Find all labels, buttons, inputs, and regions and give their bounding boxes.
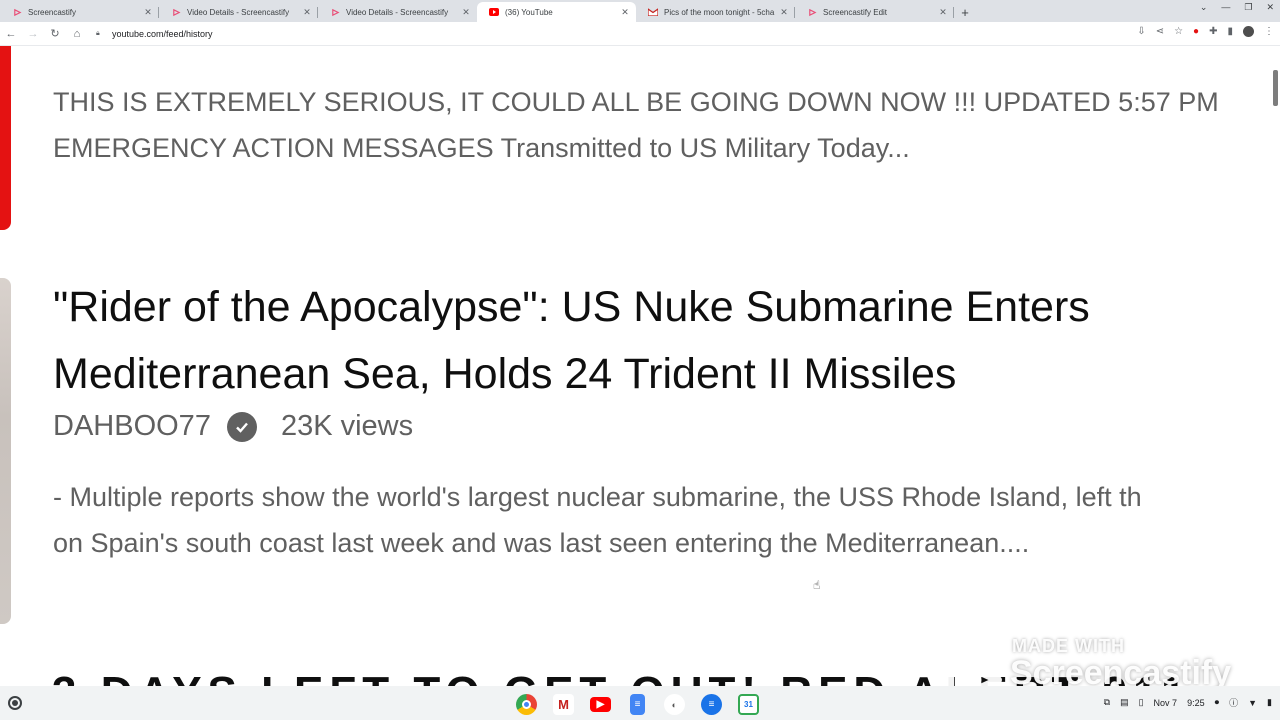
title-line: Mediterranean Sea, Holds 24 Trident II M… (53, 350, 957, 398)
home-icon[interactable]: ⌂ (66, 23, 88, 45)
tab-youtube[interactable]: (36) YouTube ✕ (477, 2, 636, 22)
tab-label: Screencastify (28, 7, 77, 17)
phone-hub-icon[interactable]: ▯ (1139, 697, 1144, 708)
tab-label: Video Details - Screencastify (187, 7, 290, 17)
tab-strip: Screencastify ✕ Video Details - Screenca… (0, 0, 1280, 22)
video-meta: DAHBOO77 23K views (53, 410, 413, 443)
close-icon[interactable]: ✕ (143, 7, 153, 18)
description-line: EMERGENCY ACTION MESSAGES Transmitted to… (53, 133, 910, 163)
date-text[interactable]: Nov 7 (1154, 698, 1178, 708)
channel-name[interactable]: DAHBOO77 (53, 410, 211, 443)
star-icon[interactable]: ☆ (1174, 26, 1183, 37)
clipboard-icon[interactable]: ▤ (1120, 697, 1129, 708)
verified-check-icon (226, 411, 257, 442)
tab-screencastify[interactable]: Screencastify ✕ (0, 2, 159, 22)
video-thumbnail-edge[interactable] (0, 46, 11, 230)
chrome-icon[interactable] (516, 694, 537, 715)
time-text[interactable]: 9:25 (1187, 698, 1205, 708)
scrollbar[interactable] (1273, 70, 1278, 106)
browser-toolbar: ← → ↻ ⌂ 🔒︎ youtube.com/feed/history ⇩ ⋖ … (0, 22, 1280, 46)
address-bar[interactable]: 🔒︎ youtube.com/feed/history (96, 24, 1116, 44)
info-icon[interactable]: ⓘ (1229, 696, 1238, 709)
url-text: youtube.com/feed/history (112, 28, 213, 39)
description-line: - Multiple reports show the world's larg… (53, 482, 1142, 512)
forward-icon[interactable]: → (22, 23, 44, 45)
install-icon[interactable]: ⇩ (1137, 26, 1145, 37)
screencastify-icon (807, 7, 817, 17)
calendar-icon[interactable]: 31 (738, 694, 759, 715)
restore-icon[interactable]: ❐ (1244, 2, 1252, 13)
record-icon[interactable]: ⏺ (1215, 697, 1220, 708)
wifi-icon[interactable]: ▼ (1248, 698, 1257, 708)
close-icon[interactable]: ✕ (1266, 2, 1274, 13)
side-panel-icon[interactable]: ▮ (1227, 26, 1233, 37)
screen-capture-icon[interactable]: ⧉ (1104, 697, 1110, 708)
youtube-history-page: THIS IS EXTREMELY SERIOUS, IT COULD ALL … (0, 46, 1280, 686)
close-icon[interactable]: ✕ (620, 7, 630, 18)
tab-label: (36) YouTube (505, 7, 553, 17)
close-icon[interactable]: ✕ (461, 7, 471, 18)
messages-icon[interactable]: ≡ (701, 694, 722, 715)
tab-screencastify-edit[interactable]: Screencastify Edit ✕ (795, 2, 954, 22)
back-icon[interactable]: ← (0, 23, 22, 45)
video-title[interactable]: "Rider of the Apocalypse": US Nuke Subma… (53, 274, 1090, 408)
screencastify-icon[interactable]: ◐ (664, 694, 685, 715)
window-controls: ⌄ — ❐ ✕ (1200, 2, 1274, 13)
lock-icon: 🔒︎ (96, 29, 100, 37)
video-thumbnail-edge[interactable] (0, 278, 11, 624)
close-icon[interactable]: ✕ (938, 7, 948, 18)
gmail-icon[interactable]: M (553, 694, 574, 715)
status-tray: ⧉ ▤ ▯ Nov 7 9:25 ⏺ ⓘ ▼ ▮ (1104, 696, 1272, 709)
reload-icon[interactable]: ↻ (44, 23, 66, 45)
launcher-icon[interactable] (8, 696, 22, 710)
tab-label: Screencastify Edit (823, 7, 888, 17)
description-line: on Spain's south coast last week and was… (53, 528, 1030, 558)
new-tab-button[interactable]: + (954, 2, 976, 22)
more-icon[interactable]: ⋮ (1264, 26, 1274, 37)
description-line: THIS IS EXTREMELY SERIOUS, IT COULD ALL … (53, 87, 1219, 117)
youtube-icon[interactable]: ▶ (590, 697, 611, 712)
hand-cursor-icon: ☝︎ (813, 578, 821, 592)
youtube-icon (489, 7, 499, 17)
screencastify-icon (330, 7, 340, 17)
tab-video-details-2[interactable]: Video Details - Screencastify ✕ (318, 2, 477, 22)
pinned-apps: M ▶ ≡ ◐ ≡ 31 (516, 694, 759, 715)
chevron-down-icon[interactable]: ⌄ (1200, 2, 1208, 13)
close-icon[interactable]: ✕ (302, 7, 312, 18)
puzzle-icon[interactable]: ✚ (1209, 26, 1217, 37)
os-shelf: M ▶ ≡ ◐ ≡ 31 ⧉ ▤ ▯ Nov 7 9:25 ⏺ ⓘ ▼ ▮ (0, 686, 1280, 720)
title-line: "Rider of the Apocalypse": US Nuke Subma… (53, 283, 1090, 331)
battery-icon[interactable]: ▮ (1267, 697, 1272, 708)
toolbar-actions: ⇩ ⋖ ☆ ● ✚ ▮ ⋮ (1137, 26, 1274, 37)
gmail-icon (648, 7, 658, 17)
screencastify-extension-icon[interactable]: ● (1193, 26, 1199, 37)
tab-gmail[interactable]: Pics of the moon tonight - 5cha ✕ (636, 2, 795, 22)
minimize-icon[interactable]: — (1221, 2, 1230, 13)
avatar[interactable] (1243, 26, 1254, 37)
tab-label: Pics of the moon tonight - 5cha (664, 7, 775, 17)
video-description[interactable]: - Multiple reports show the world's larg… (53, 474, 1142, 566)
video-description[interactable]: THIS IS EXTREMELY SERIOUS, IT COULD ALL … (53, 79, 1219, 171)
screencastify-icon (171, 7, 181, 17)
share-icon[interactable]: ⋖ (1156, 26, 1164, 37)
view-count: 23K views (280, 410, 414, 442)
tab-video-details-1[interactable]: Video Details - Screencastify ✕ (159, 2, 318, 22)
close-icon[interactable]: ✕ (779, 7, 789, 18)
docs-icon[interactable]: ≡ (630, 694, 645, 715)
screencastify-icon (12, 7, 22, 17)
tab-label: Video Details - Screencastify (346, 7, 449, 17)
